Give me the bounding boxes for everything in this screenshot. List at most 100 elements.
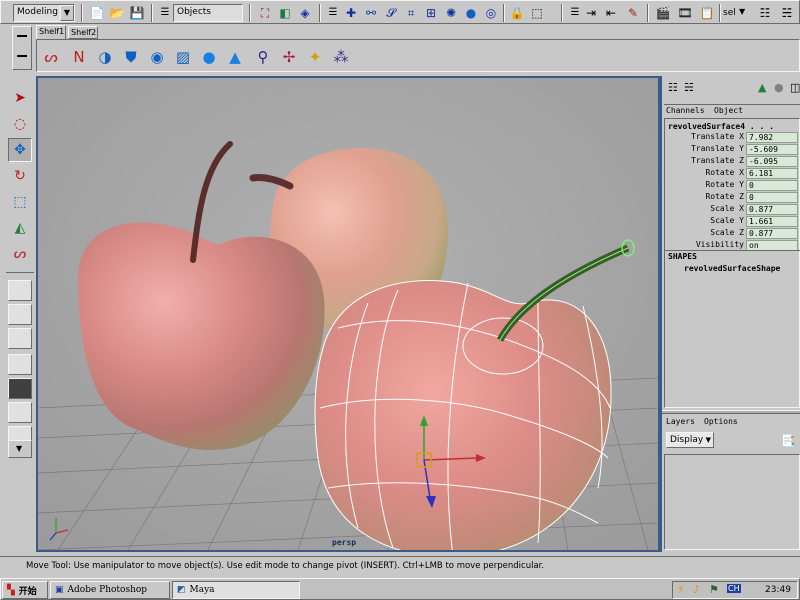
channel-row[interactable]: Rotate Y0 — [664, 180, 800, 192]
lock-selection-icon[interactable]: 🔒 — [507, 4, 527, 22]
select-rendering-icon[interactable]: ● — [461, 4, 481, 22]
object-menu[interactable]: Object — [714, 106, 743, 115]
select-tool-icon[interactable]: ➤ — [8, 86, 32, 110]
sel-menu-arrow-icon[interactable]: ▼ — [739, 7, 745, 16]
menu-set-selector[interactable]: Modeling ▼ — [13, 4, 75, 22]
selection-mode-field[interactable]: Objects — [173, 4, 243, 22]
channels-menu[interactable]: Channels — [666, 106, 705, 115]
layout-menu-button[interactable]: ▼ — [8, 440, 32, 458]
render-view-icon[interactable]: 🎬 — [653, 4, 673, 22]
channel-row[interactable]: Scale X 0.877 — [664, 204, 800, 216]
component-mode-icon[interactable]: ◈ — [295, 4, 315, 22]
channel-value-field[interactable]: 0 — [746, 180, 798, 191]
ipr-render-icon[interactable]: 🎞 — [675, 4, 695, 22]
save-scene-icon[interactable]: 💾 — [127, 4, 147, 22]
channel-value-field[interactable]: -5.609 — [746, 144, 798, 155]
loft-icon[interactable]: ⛊ — [120, 46, 142, 68]
open-scene-icon[interactable]: 📂 — [107, 4, 127, 22]
ik-handle-icon[interactable]: ✢ — [278, 46, 300, 68]
tray-app-icon[interactable]: ⚡ — [677, 583, 685, 596]
select-deformers-icon[interactable]: ⊞ — [421, 4, 441, 22]
channel-value-field[interactable]: 0 — [746, 192, 798, 203]
input-connections-icon[interactable]: ⇥ — [581, 4, 601, 22]
single-perspective-layout-icon[interactable] — [8, 280, 32, 301]
shading-ball-icon[interactable]: ● — [774, 81, 784, 94]
selection-mask-menu-icon[interactable]: ☰ — [155, 4, 175, 22]
tab-shelf2[interactable]: Shelf2 — [68, 26, 98, 39]
tray-volume-icon[interactable]: ♪ — [693, 583, 700, 596]
hypershade-layout-icon[interactable] — [8, 378, 32, 399]
channel-value-field[interactable]: 7.982 — [746, 132, 798, 143]
planar-icon[interactable]: ▨ — [172, 46, 194, 68]
panel-divider[interactable] — [662, 410, 800, 414]
select-dynamics-icon[interactable]: ✺ — [441, 4, 461, 22]
layers-menu[interactable]: Layers — [666, 417, 695, 426]
shape-name[interactable]: revolvedSurfaceShape — [684, 264, 780, 273]
scale-tool-icon[interactable]: ⬚ — [8, 190, 32, 214]
viewport-panel[interactable]: persp — [36, 76, 660, 552]
cone-primitive-icon[interactable]: ▲ — [224, 46, 246, 68]
hierarchy-mode-icon[interactable]: ⛶ — [255, 4, 275, 22]
lasso-tool-icon[interactable]: ◌ — [8, 112, 32, 136]
shelf-menu-button[interactable] — [12, 26, 32, 70]
object-mode-icon[interactable]: ◧ — [275, 4, 295, 22]
channel-value-field[interactable]: 1.661 — [746, 216, 798, 227]
render-color-icon[interactable]: ▲ — [758, 81, 766, 94]
select-misc-icon[interactable]: ◎ — [481, 4, 501, 22]
channel-row[interactable]: Rotate Z0 — [664, 192, 800, 204]
channel-row[interactable]: Translate Z -6.095 — [664, 156, 800, 168]
channel-row[interactable]: Translate X 7.982 — [664, 132, 800, 144]
extrude-icon[interactable]: ◉ — [146, 46, 168, 68]
attribute-editor-toggle-icon[interactable]: ☵ — [777, 4, 797, 22]
layer-editor-icon[interactable]: ☵ — [684, 81, 694, 94]
channel-row[interactable]: Rotate X 6.181 — [664, 168, 800, 180]
channel-row[interactable]: Scale Y 1.661 — [664, 216, 800, 228]
cv-curve-tool-icon[interactable]: ᔕ — [40, 46, 62, 68]
channel-box-toggle-icon[interactable]: ☷ — [755, 4, 775, 22]
select-curves-icon[interactable]: 𝓢 — [381, 4, 401, 22]
channel-row[interactable]: Translate Y -5.609 — [664, 144, 800, 156]
tray-network-icon[interactable]: ⚑ — [709, 583, 719, 596]
apple-selected[interactable] — [315, 280, 612, 550]
tab-shelf1[interactable]: Shelf1 — [36, 25, 66, 39]
channel-row[interactable]: Scale Z 0.877 — [664, 228, 800, 240]
spot-light-icon[interactable]: ✦ — [304, 46, 326, 68]
object-name[interactable]: revolvedSurface4 . . . — [668, 122, 774, 131]
persp-outliner-layout-icon[interactable] — [8, 328, 32, 349]
rotate-tool-icon[interactable]: ↻ — [8, 164, 32, 188]
channel-box-icon[interactable]: ☷ — [668, 81, 678, 94]
highlight-selection-icon[interactable]: ⬚ — [527, 4, 547, 22]
render-globals-icon[interactable]: 📋 — [697, 4, 717, 22]
channel-value-field[interactable]: 0.877 — [746, 204, 798, 215]
mask-menu-icon[interactable]: ☰ — [323, 4, 343, 22]
task-photoshop[interactable]: ▣ Adobe Photoshop — [50, 581, 170, 599]
ep-curve-tool-icon[interactable]: Ν — [68, 46, 90, 68]
new-scene-icon[interactable]: 📄 — [87, 4, 107, 22]
four-view-layout-icon[interactable] — [8, 304, 32, 325]
channel-value-field[interactable]: -6.095 — [746, 156, 798, 167]
select-surfaces-icon[interactable]: ⌗ — [401, 4, 421, 22]
persp-hypershade-layout-icon[interactable] — [8, 402, 32, 423]
select-handles-icon[interactable]: ✚ — [341, 4, 361, 22]
start-button[interactable]: ▚ 开始 — [2, 581, 48, 599]
show-manipulator-tool-icon[interactable]: ◭ — [8, 216, 32, 240]
joint-tool-icon[interactable]: ⚲ — [252, 46, 274, 68]
sphere-primitive-icon[interactable]: ● — [198, 46, 220, 68]
task-maya[interactable]: ◩ Maya — [172, 581, 300, 599]
panel-layout-icon[interactable]: ◫ — [790, 81, 800, 94]
tray-ime-indicator[interactable]: CH — [727, 584, 741, 593]
persp-graph-layout-icon[interactable] — [8, 354, 32, 375]
move-tool-icon[interactable]: ✥ — [8, 138, 32, 162]
channel-value-field[interactable]: 6.181 — [746, 168, 798, 179]
options-menu[interactable]: Options — [704, 417, 738, 426]
panel-toggle-icons: ☷ ☵ ▲ ● ◫ — [666, 78, 800, 100]
create-layer-icon[interactable]: 📑 — [778, 432, 798, 450]
construction-history-icon[interactable]: ✎ — [623, 4, 643, 22]
revolve-icon[interactable]: ◑ — [94, 46, 116, 68]
particle-tool-icon[interactable]: ⁂ — [330, 46, 352, 68]
output-connections-icon[interactable]: ⇤ — [601, 4, 621, 22]
channel-value-field[interactable]: 0.877 — [746, 228, 798, 239]
select-joints-icon[interactable]: ⚯ — [361, 4, 381, 22]
layer-display-dropdown[interactable]: Display ▼ — [666, 432, 714, 448]
last-tool-icon[interactable]: ᔕ — [8, 242, 32, 266]
